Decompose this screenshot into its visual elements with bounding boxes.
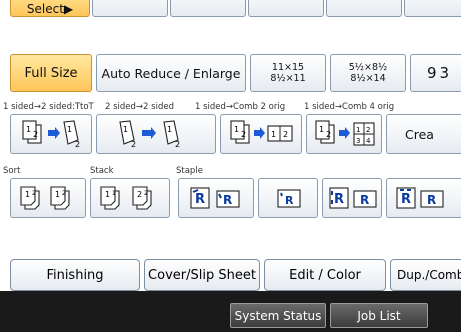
svg-text:1: 1 [167,125,172,134]
staple-top-left-button[interactable]: R R [178,178,254,218]
sort-icon: 12 12 [20,186,70,210]
auto-reduce-enlarge-button[interactable]: Auto Reduce / Enlarge [96,54,246,92]
tab-edit-color-label: Edit / Color [289,267,361,283]
two-to-two-sided-icon: 1 2 1 2 [119,120,180,149]
svg-text:R: R [334,192,344,207]
svg-text:4: 4 [366,137,371,145]
svg-text:3: 3 [356,137,360,145]
svg-text:1: 1 [25,190,30,199]
svg-text:2: 2 [62,190,66,197]
staple-top-right-button[interactable]: R [258,178,318,218]
svg-text:2: 2 [241,130,246,139]
stack-label: Stack [90,166,114,176]
two-to-two-sided-button[interactable]: 1 2 1 2 [96,114,216,154]
svg-text:1: 1 [234,125,239,134]
staple-top-left-icon: R R [190,187,240,209]
stack-button[interactable]: 11 22 [90,178,170,218]
svg-text:1: 1 [55,190,60,199]
preset-3-label: 93 [427,64,453,82]
job-list-button[interactable]: Job List [330,303,428,328]
svg-text:R: R [195,192,205,207]
svg-text:1: 1 [319,125,324,134]
svg-text:2: 2 [366,126,370,134]
copy-settings-panel: Select▶ Full Size Auto Reduce / Enlarge … [0,0,461,332]
svg-text:R: R [401,192,411,207]
stack-icon: 11 22 [100,186,152,210]
svg-text:R: R [360,193,369,207]
duplex-label-1: 1 sided→2 sided:TtoT [3,102,94,112]
staple-top-right-icon: R [277,189,301,208]
svg-text:2: 2 [131,140,136,149]
paper-tray-button-1[interactable] [92,0,168,17]
svg-text:2: 2 [283,130,288,139]
one-to-two-sided-icon: 1 2 1 2 [22,120,80,149]
system-status-label: System Status [234,308,322,323]
tab-dup-combine-label: Dup./Combin [397,268,461,282]
svg-text:2: 2 [137,190,142,199]
tab-edit-color[interactable]: Edit / Color [264,259,386,291]
duplex-label-3: 1 sided→Comb 2 orig [195,102,286,112]
paper-tray-button-3[interactable] [248,0,324,17]
sort-label: Sort [3,166,21,176]
preset-ratio-button-1[interactable]: 11×15 8½×11 [250,54,326,92]
staple-label: Staple [176,166,203,176]
tab-finishing[interactable]: Finishing [10,259,140,291]
staple-two-left-button[interactable]: R R [322,178,382,218]
svg-text:R: R [285,194,294,207]
combine-2-originals-button[interactable]: 1 2 1 2 [220,114,302,154]
job-list-label: Job List [357,308,401,323]
full-size-label: Full Size [24,65,78,81]
paper-tray-button-4[interactable] [326,0,402,17]
duplex-label-2: 2 sided→2 sided [105,102,174,112]
preset-2-from: 5½×8½ [348,62,388,73]
svg-text:1: 1 [112,190,116,197]
svg-text:1: 1 [26,125,31,134]
svg-text:1: 1 [123,125,128,134]
sort-button[interactable]: 12 12 [10,178,86,218]
preset-ratio-button-2[interactable]: 5½×8½ 8½×14 [330,54,406,92]
svg-text:2: 2 [326,130,331,139]
svg-text:R: R [223,193,232,207]
preset-2-to: 8½×14 [350,73,386,84]
svg-text:2: 2 [32,190,36,197]
select-label: Select▶ [26,1,74,16]
staple-two-top-icon: R R [396,187,444,209]
select-button[interactable]: Select▶ [10,0,90,17]
system-status-button[interactable]: System Status [230,303,326,328]
tab-dup-combine[interactable]: Dup./Combin [390,259,461,291]
preset-1-from: 11×15 [271,62,305,73]
svg-text:1: 1 [105,190,110,199]
svg-text:2: 2 [75,140,80,149]
full-size-button[interactable]: Full Size [10,54,92,92]
preset-1-to: 8½×11 [270,73,306,84]
svg-text:R: R [427,193,436,207]
paper-tray-button-5[interactable] [404,0,461,17]
combine-2-originals-icon: 1 2 1 2 [230,120,293,144]
svg-text:2: 2 [144,190,148,197]
tab-cover-slip-sheet[interactable]: Cover/Slip Sheet [144,259,260,291]
svg-text:1: 1 [356,126,360,134]
create-margin-button[interactable]: Crea [386,114,461,154]
svg-text:2: 2 [33,130,38,139]
create-label: Crea [405,126,434,142]
auto-reduce-label: Auto Reduce / Enlarge [101,65,241,81]
combine-4-originals-button[interactable]: 1 2 1 2 3 4 [306,114,382,154]
duplex-label-4: 1 sided→Comb 4 orig [304,102,395,112]
svg-text:2: 2 [175,140,180,149]
svg-text:1: 1 [67,125,72,134]
staple-two-top-button[interactable]: R R [386,178,461,218]
paper-tray-button-2[interactable] [170,0,246,17]
one-to-two-sided-button[interactable]: 1 2 1 2 [10,114,92,154]
tab-finishing-label: Finishing [46,267,104,283]
preset-ratio-button-3[interactable]: 93 [410,54,461,92]
combine-4-originals-icon: 1 2 1 2 3 4 [315,120,375,146]
svg-text:1: 1 [271,130,276,139]
tab-cover-slip-label: Cover/Slip Sheet [148,267,256,283]
staple-two-left-icon: R R [329,187,377,209]
